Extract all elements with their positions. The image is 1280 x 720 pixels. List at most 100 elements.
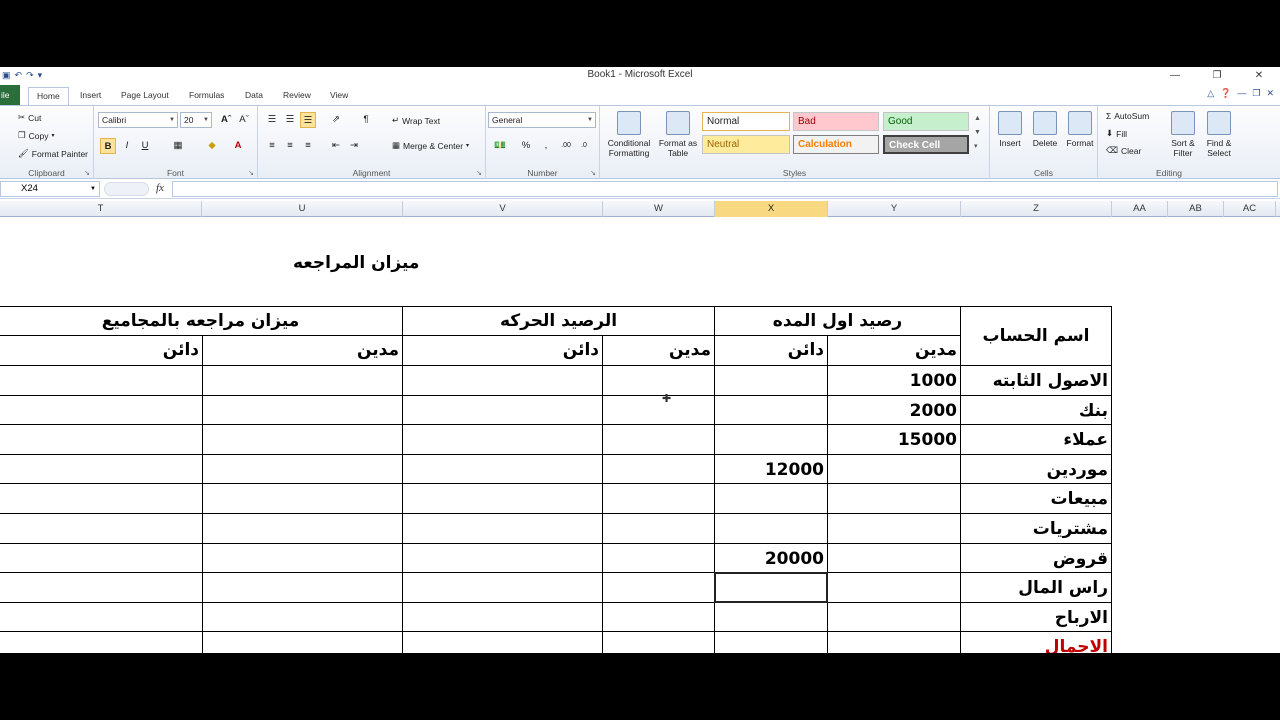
movement-credit-cell[interactable] <box>402 424 603 455</box>
style-check-cell[interactable]: Check Cell <box>883 135 969 154</box>
fill-color-icon[interactable]: ◆ <box>204 138 220 154</box>
movement-debit-header[interactable]: مدين <box>602 335 715 366</box>
align-right-icon[interactable]: ≡ <box>300 138 316 154</box>
align-middle-icon[interactable]: ☰ <box>282 112 298 128</box>
tab-page-layout[interactable]: Page Layout <box>121 87 169 105</box>
movement-debit-cell[interactable] <box>602 631 715 653</box>
credit-cell[interactable] <box>714 394 828 426</box>
clipboard-launcher-icon[interactable]: ↘ <box>84 169 90 177</box>
movement-balance-header[interactable]: الرصيد الحركه <box>402 306 715 336</box>
selected-cell-x24[interactable] <box>714 572 828 603</box>
format-painter-button[interactable]: 🖌 Format Painter <box>18 148 88 159</box>
credit-cell[interactable] <box>714 424 828 455</box>
account-name-cell[interactable]: الاجمال <box>960 631 1112 653</box>
font-name-combo[interactable]: Calibri ▼ <box>98 112 178 128</box>
credit-cell[interactable]: 12000 <box>714 453 828 485</box>
movement-credit-cell[interactable] <box>402 394 603 426</box>
movement-debit-cell[interactable] <box>602 453 715 485</box>
align-left-icon[interactable]: ≡ <box>264 138 280 154</box>
close-button[interactable]: ✕ <box>1238 67 1280 84</box>
totals-credit-cell[interactable] <box>0 424 203 455</box>
totals-credit-cell[interactable] <box>0 365 203 396</box>
opening-balance-header[interactable]: رصيد اول المده <box>714 306 961 336</box>
totals-credit-cell[interactable] <box>0 483 203 514</box>
movement-credit-cell[interactable] <box>402 631 603 653</box>
number-format-combo[interactable]: General ▼ <box>488 112 596 128</box>
opening-debit-header[interactable]: مدين <box>827 335 961 366</box>
account-name-cell[interactable]: قروض <box>960 542 1112 574</box>
font-color-icon[interactable]: A <box>230 138 246 154</box>
movement-debit-cell[interactable] <box>602 513 715 544</box>
tab-view[interactable]: View <box>330 87 348 105</box>
totals-debit-cell[interactable] <box>202 542 403 574</box>
totals-debit-cell[interactable] <box>202 513 403 544</box>
movement-debit-cell[interactable] <box>602 483 715 514</box>
sort-filter-button[interactable]: Sort & Filter <box>1168 111 1198 158</box>
totals-credit-cell[interactable] <box>0 394 203 426</box>
account-name-cell[interactable]: راس المال <box>960 572 1112 603</box>
tab-home[interactable]: Home <box>28 87 69 105</box>
orientation-icon[interactable]: ⇗ <box>328 112 344 128</box>
totals-credit-cell[interactable] <box>0 601 203 633</box>
formula-input[interactable] <box>172 181 1278 197</box>
credit-cell[interactable] <box>714 601 828 633</box>
name-box[interactable]: X24 ▼ <box>0 181 100 197</box>
credit-cell[interactable] <box>714 483 828 514</box>
column-header-aa[interactable]: AA <box>1112 201 1168 217</box>
column-header-ac[interactable]: AC <box>1224 201 1276 217</box>
workbook-restore-icon[interactable]: ❐ <box>1252 88 1260 99</box>
alignment-launcher-icon[interactable]: ↘ <box>476 169 482 177</box>
font-size-combo[interactable]: 20 ▼ <box>180 112 212 128</box>
find-select-button[interactable]: Find & Select <box>1202 111 1236 158</box>
style-calculation[interactable]: Calculation <box>793 135 879 154</box>
delete-cells-button[interactable]: Delete <box>1028 111 1062 148</box>
align-top-icon[interactable]: ☰ <box>264 112 280 128</box>
trial-balance-totals-header[interactable]: ميزان مراجعه بالمجاميع <box>0 306 403 336</box>
column-header-ab[interactable]: AB <box>1168 201 1224 217</box>
debit-cell[interactable]: 1000 <box>827 365 961 396</box>
debit-cell[interactable] <box>827 572 961 603</box>
debit-cell[interactable] <box>827 513 961 544</box>
style-good[interactable]: Good <box>883 112 969 131</box>
tab-file[interactable]: ile <box>0 85 20 105</box>
movement-credit-cell[interactable] <box>402 483 603 514</box>
worksheet-grid[interactable]: ميزان المراجعه ميزان مراجعه بالمجاميع ال… <box>0 217 1280 653</box>
increase-decimal-icon[interactable]: .00 <box>558 138 574 154</box>
totals-debit-cell[interactable] <box>202 453 403 485</box>
insert-function-icon[interactable]: fx <box>156 182 164 194</box>
column-header-z[interactable]: Z <box>961 201 1112 217</box>
tab-formulas[interactable]: Formulas <box>189 87 224 105</box>
debit-cell[interactable] <box>827 453 961 485</box>
column-header-y[interactable]: Y <box>828 201 961 217</box>
font-launcher-icon[interactable]: ↘ <box>248 169 254 177</box>
restore-button[interactable]: ❐ <box>1196 67 1238 84</box>
collapse-ribbon-icon[interactable]: △ <box>1207 88 1214 99</box>
account-name-cell[interactable]: موردين <box>960 453 1112 485</box>
bold-button[interactable]: B <box>100 138 116 154</box>
wrap-text-button[interactable]: ↵ Wrap Text <box>392 115 440 126</box>
account-name-cell[interactable]: مبيعات <box>960 483 1112 514</box>
column-header-x[interactable]: X <box>715 201 828 217</box>
movement-credit-header[interactable]: دائن <box>402 335 603 366</box>
tab-insert[interactable]: Insert <box>80 87 101 105</box>
workbook-close-icon[interactable]: ✕ <box>1266 88 1274 99</box>
movement-credit-cell[interactable] <box>402 542 603 574</box>
totals-debit-cell[interactable] <box>202 483 403 514</box>
totals-debit-cell[interactable] <box>202 365 403 396</box>
movement-debit-cell[interactable] <box>602 542 715 574</box>
percent-icon[interactable]: % <box>518 138 534 154</box>
borders-icon[interactable]: ▦ <box>170 138 186 154</box>
movement-credit-cell[interactable] <box>402 601 603 633</box>
decrease-decimal-icon[interactable]: .0 <box>576 138 592 154</box>
style-bad[interactable]: Bad <box>793 112 879 131</box>
copy-button[interactable]: ❐ Copy ▾ <box>18 130 54 141</box>
debit-cell[interactable] <box>827 483 961 514</box>
totals-credit-cell[interactable] <box>0 572 203 603</box>
debit-cell[interactable] <box>827 542 961 574</box>
account-name-cell[interactable]: مشتريات <box>960 513 1112 544</box>
styles-scroll-icon[interactable]: ▲ ▼ ▾ <box>974 112 981 154</box>
credit-cell[interactable] <box>714 365 828 396</box>
format-cells-button[interactable]: Format <box>1064 111 1096 148</box>
debit-cell[interactable] <box>827 631 961 653</box>
movement-debit-cell[interactable] <box>602 365 715 396</box>
